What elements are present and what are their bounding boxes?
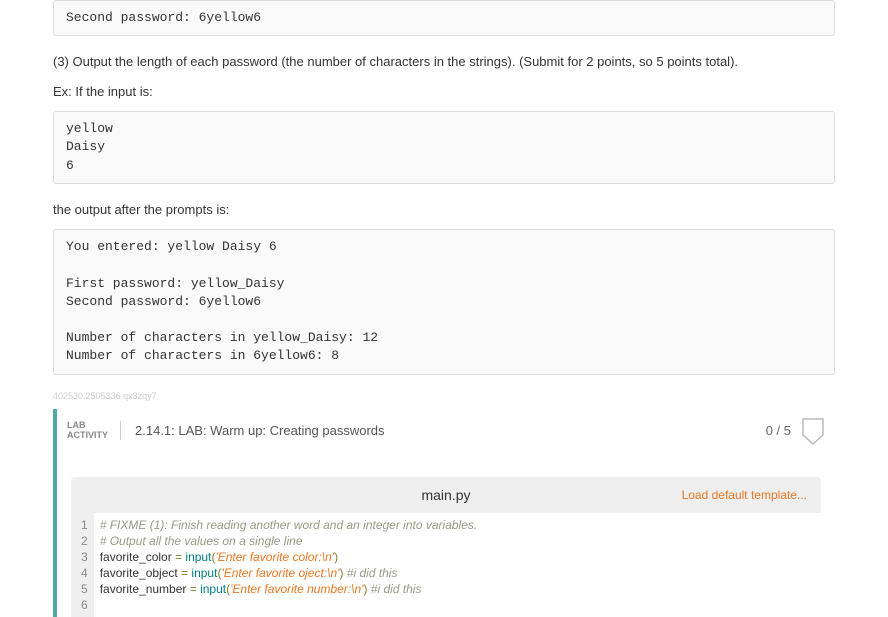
instruction-3: (3) Output the length of each password (… [53, 52, 835, 72]
lab-header: LAB ACTIVITY 2.14.1: LAB: Warm up: Creat… [57, 409, 835, 453]
code-editor[interactable]: 1 2 3 4 5 6 # FIXME (1): Finish reading … [71, 513, 821, 617]
gutter-line: 4 [81, 565, 88, 581]
code-string: 'Enter favorite oject:\n' [221, 566, 339, 580]
code-string: 'Enter favorite color:\n' [215, 550, 334, 564]
code-op: = [172, 550, 186, 564]
lab-label-line2: ACTIVITY [67, 431, 108, 441]
code-fn: input [185, 550, 211, 564]
gutter-line: 5 [81, 581, 88, 597]
lab-activity-label: LAB ACTIVITY [67, 421, 121, 441]
code-comment: #i did this [371, 582, 422, 596]
code-op: = [178, 566, 192, 580]
code-id: favorite_number [100, 582, 187, 596]
line-gutter: 1 2 3 4 5 6 [71, 513, 94, 617]
code-comment: # Output all the values on a single line [100, 534, 303, 548]
code-comment: #i did this [347, 566, 398, 580]
code-id: favorite_color [100, 550, 172, 564]
code-body[interactable]: # FIXME (1): Finish reading another word… [94, 513, 484, 617]
code-comment: # FIXME (1): Finish reading another word… [100, 518, 478, 532]
shield-icon [801, 417, 825, 445]
after-prompts-label: the output after the prompts is: [53, 200, 835, 220]
gutter-line: 1 [81, 517, 88, 533]
filename-label: main.py [421, 487, 470, 503]
example-input-label: Ex: If the input is: [53, 82, 835, 102]
code-id: favorite_object [100, 566, 178, 580]
lab-title: 2.14.1: LAB: Warm up: Creating passwords [121, 423, 385, 438]
code-op: ) [339, 566, 346, 580]
lab-score-area: 0 / 5 [766, 417, 825, 445]
code-op: = [186, 582, 200, 596]
code-editor-panel: main.py Load default template... 1 2 3 4… [71, 477, 821, 617]
code-fn: input [191, 566, 217, 580]
watermark: 402530.2505336.qx3zqy7 [53, 391, 835, 401]
editor-header: main.py Load default template... [71, 477, 821, 513]
score-text: 0 / 5 [766, 423, 791, 438]
gutter-line: 3 [81, 549, 88, 565]
code-op: ) [363, 582, 370, 596]
lab-activity-panel: LAB ACTIVITY 2.14.1: LAB: Warm up: Creat… [53, 409, 835, 617]
input-example-block: yellow Daisy 6 [53, 111, 835, 184]
code-op: ) [334, 550, 338, 564]
code-string: 'Enter favorite number:\n' [230, 582, 363, 596]
output-block-prev: Second password: 6yellow6 [53, 0, 835, 36]
output-example-block: You entered: yellow Daisy 6 First passwo… [53, 229, 835, 374]
code-fn: input [200, 582, 226, 596]
gutter-line: 6 [81, 597, 88, 613]
load-default-template-link[interactable]: Load default template... [682, 488, 807, 502]
gutter-line: 2 [81, 533, 88, 549]
